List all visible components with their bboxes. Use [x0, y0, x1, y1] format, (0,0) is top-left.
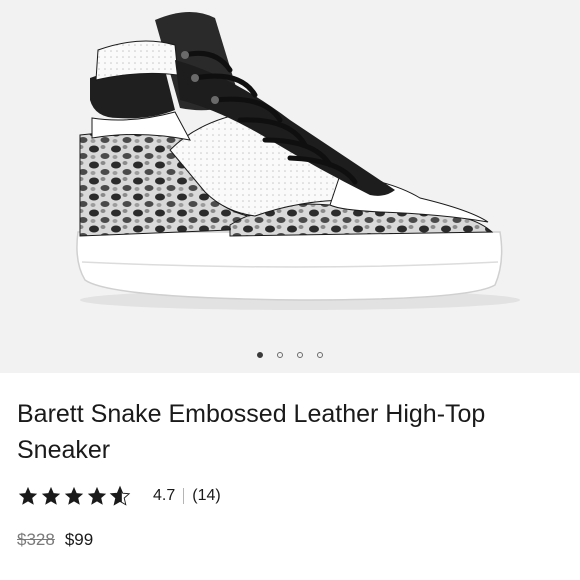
rating-divider: [183, 488, 185, 504]
rating-stars: [17, 485, 131, 507]
carousel-pager: [0, 352, 580, 358]
star-icon: [17, 485, 39, 507]
review-count-link[interactable]: (14): [192, 487, 220, 505]
carousel-dot-2[interactable]: [277, 352, 283, 358]
star-icon: [40, 485, 62, 507]
sneaker-image: [76, 11, 520, 310]
carousel-dot-3[interactable]: [297, 352, 303, 358]
rating-value: 4.7: [153, 487, 176, 504]
product-image-carousel[interactable]: [0, 0, 580, 373]
half-star-icon: [109, 485, 131, 507]
carousel-dot-4[interactable]: [317, 352, 323, 358]
product-rating[interactable]: 4.7 (14): [17, 483, 221, 509]
carousel-dot-1[interactable]: [257, 352, 263, 358]
original-price: $328: [17, 530, 55, 549]
star-icon: [63, 485, 85, 507]
star-icon: [86, 485, 108, 507]
product-page: Barett Snake Embossed Leather High-Top S…: [0, 0, 580, 580]
price-block: $328 $99: [17, 530, 93, 550]
product-title: Barett Snake Embossed Leather High-Top S…: [17, 400, 486, 464]
sale-price: $99: [64, 530, 94, 549]
